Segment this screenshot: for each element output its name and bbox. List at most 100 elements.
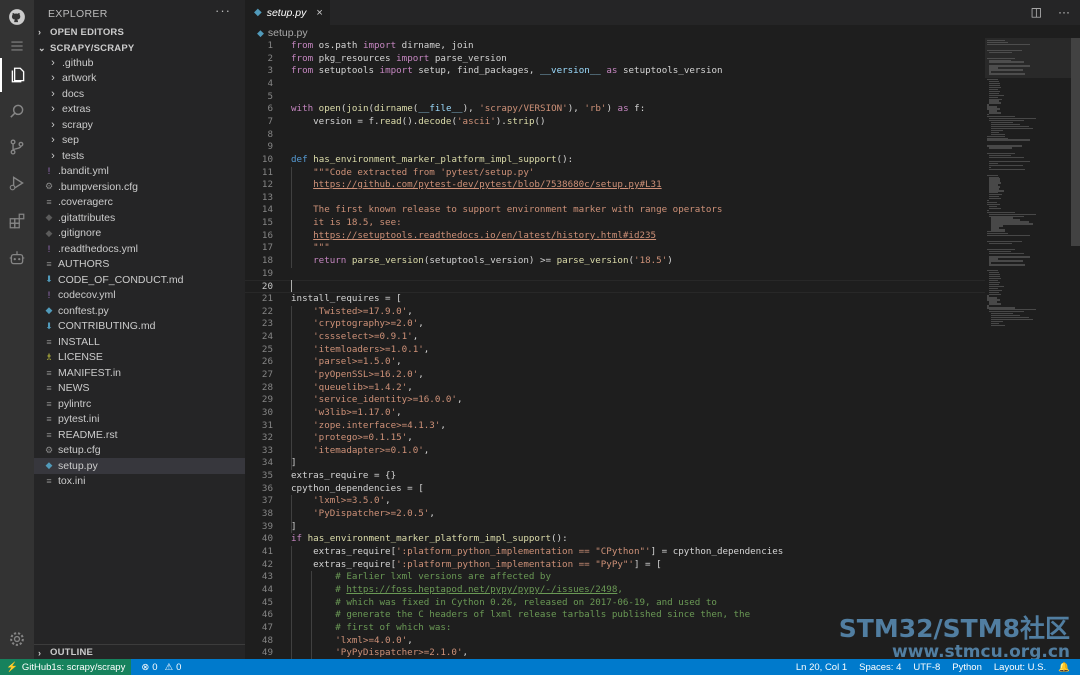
notifications-icon[interactable]: 🔔 — [1058, 662, 1070, 673]
tree-folder[interactable]: › docs — [34, 86, 245, 102]
remote-indicator[interactable]: ⚡ GitHub1s: scrapy/scrapy — [0, 659, 132, 675]
code-line[interactable]: 24 'cssselect>=0.9.1', — [245, 331, 985, 344]
settings-gear-icon[interactable] — [0, 622, 34, 656]
code-line[interactable]: 28 'queuelib>=1.4.2', — [245, 382, 985, 395]
tree-file[interactable]: ≡ INSTALL — [34, 334, 245, 350]
tree-folder[interactable]: › scrapy — [34, 117, 245, 133]
code-line[interactable]: 9 — [245, 141, 985, 154]
code-line[interactable]: 1 from os.path import dirname, join — [245, 40, 985, 53]
code-line[interactable]: 13 — [245, 192, 985, 205]
code-line[interactable]: 25 'itemloaders>=1.0.1', — [245, 344, 985, 357]
code-line[interactable]: 6 with open(join(dirname(__file__), 'scra… — [245, 103, 985, 116]
cursor-position[interactable]: Ln 20, Col 1 — [796, 662, 847, 673]
code-line[interactable]: 44 # https://foss.heptapod.net/pypy/pypy… — [245, 584, 985, 597]
tree-file[interactable]: ≡ pytest.ini — [34, 412, 245, 428]
tree-file[interactable]: ◆ setup.py — [34, 458, 245, 474]
code-line[interactable]: 7 version = f.read().decode('ascii').str… — [245, 116, 985, 129]
tree-file[interactable]: ⚙ setup.cfg — [34, 443, 245, 459]
tree-file[interactable]: ! codecov.yml — [34, 288, 245, 304]
tree-folder[interactable]: › tests — [34, 148, 245, 164]
problems-indicator[interactable]: ⊗ 0 ⚠ 0 — [131, 662, 181, 673]
code-line[interactable]: 11 """Code extracted from 'pytest/setup.… — [245, 167, 985, 180]
code-line[interactable]: 5 — [245, 91, 985, 104]
indentation[interactable]: Spaces: 4 — [859, 662, 901, 673]
outline-section[interactable]: › OUTLINE — [34, 644, 245, 660]
code-line[interactable]: 8 — [245, 129, 985, 142]
search-icon[interactable] — [0, 94, 34, 128]
code-line[interactable]: 33 'itemadapter>=0.1.0', — [245, 445, 985, 458]
code-line[interactable]: 37 'lxml>=3.5.0', — [245, 495, 985, 508]
tree-file[interactable]: ≡ NEWS — [34, 381, 245, 397]
tree-file[interactable]: ⬇ CONTRIBUTING.md — [34, 319, 245, 335]
tree-file[interactable]: ≡ pylintrc — [34, 396, 245, 412]
tree-file[interactable]: ⬇ CODE_OF_CONDUCT.md — [34, 272, 245, 288]
code-line[interactable]: 2 from pkg_resources import parse_version — [245, 53, 985, 66]
code-line[interactable]: 10 def has_environment_marker_platform_im… — [245, 154, 985, 167]
code-line[interactable]: 27 'pyOpenSSL>=16.2.0', — [245, 369, 985, 382]
split-editor-icon[interactable]: ◫ — [1031, 5, 1042, 19]
code-line[interactable]: 36 cpython_dependencies = [ — [245, 483, 985, 496]
tree-file[interactable]: ≡ MANIFEST.in — [34, 365, 245, 381]
code-line[interactable]: 26 'parsel>=1.5.0', — [245, 356, 985, 369]
code-line[interactable]: 23 'cryptography>=2.0', — [245, 318, 985, 331]
editor-scrollbar[interactable] — [1071, 38, 1080, 246]
tree-file[interactable]: ◆ .gitattributes — [34, 210, 245, 226]
code-line[interactable]: 21 install_requires = [ — [245, 293, 985, 306]
tree-file[interactable]: ♗ LICENSE — [34, 350, 245, 366]
tree-file[interactable]: ⚙ .bumpversion.cfg — [34, 179, 245, 195]
tree-file[interactable]: ! .readthedocs.yml — [34, 241, 245, 257]
encoding[interactable]: UTF-8 — [913, 662, 940, 673]
source-control-icon[interactable] — [0, 130, 34, 164]
code-line[interactable]: 22 'Twisted>=17.9.0', — [245, 306, 985, 319]
code-line[interactable]: 18 return parse_version(setuptools_versi… — [245, 255, 985, 268]
close-icon[interactable]: × — [316, 7, 322, 19]
code-line[interactable]: 34] — [245, 457, 985, 470]
code-line[interactable]: 20 — [245, 280, 985, 293]
tree-folder[interactable]: › sep — [34, 133, 245, 149]
code-line[interactable]: 42 extras_require[':platform_python_impl… — [245, 559, 985, 572]
code-line[interactable]: 32 'protego>=0.1.15', — [245, 432, 985, 445]
tab-setup-py[interactable]: ◆ setup.py × — [245, 0, 330, 25]
tree-file[interactable]: ◆ conftest.py — [34, 303, 245, 319]
tree-file[interactable]: ≡ tox.ini — [34, 474, 245, 490]
tree-file[interactable]: ≡ AUTHORS — [34, 257, 245, 273]
tree-folder[interactable]: › .github — [34, 55, 245, 71]
tree-file[interactable]: ≡ README.rst — [34, 427, 245, 443]
code-line[interactable]: 45 # which was fixed in Cython 0.26, rel… — [245, 597, 985, 610]
code-line[interactable]: 40 if has_environment_marker_platform_imp… — [245, 533, 985, 546]
extensions-icon[interactable] — [0, 204, 34, 238]
tree-folder[interactable]: › artwork — [34, 71, 245, 87]
files-icon[interactable] — [0, 58, 34, 92]
code-line[interactable]: 12 https://github.com/pytest-dev/pytest/… — [245, 179, 985, 192]
code-line[interactable]: 43 # Earlier lxml versions are affected … — [245, 571, 985, 584]
tree-folder[interactable]: › extras — [34, 102, 245, 118]
tree-file[interactable]: ◆ .gitignore — [34, 226, 245, 242]
folder-section[interactable]: ⌄ SCRAPY/SCRAPY — [34, 40, 245, 56]
code-line[interactable]: 31 'zope.interface>=4.1.3', — [245, 420, 985, 433]
code-line[interactable]: 30 'w3lib>=1.17.0', — [245, 407, 985, 420]
code-line[interactable]: 16 https://setuptools.readthedocs.io/en/… — [245, 230, 985, 243]
more-actions-icon[interactable]: ··· — [1058, 5, 1070, 19]
code-line[interactable]: 15 it is 18.5, see: — [245, 217, 985, 230]
code-editor[interactable]: 1 from os.path import dirname, join 2 from … — [245, 38, 985, 659]
open-editors-section[interactable]: › OPEN EDITORS — [34, 24, 245, 40]
code-line[interactable]: 35 extras_require = {} — [245, 470, 985, 483]
tree-file[interactable]: ≡ .coveragerc — [34, 195, 245, 211]
code-line[interactable]: 3 from setuptools import setup, find_pack… — [245, 65, 985, 78]
code-line[interactable]: 39] — [245, 521, 985, 534]
tree-file[interactable]: ! .bandit.yml — [34, 164, 245, 180]
code-line[interactable]: 19 — [245, 268, 985, 281]
remote-explorer-icon[interactable] — [0, 241, 34, 275]
code-line[interactable]: 29 'service_identity>=16.0.0', — [245, 394, 985, 407]
code-line[interactable]: 14 The first known release to support en… — [245, 204, 985, 217]
code-line[interactable]: 4 — [245, 78, 985, 91]
code-line[interactable]: 38 'PyDispatcher>=2.0.5', — [245, 508, 985, 521]
code-line[interactable]: 41 extras_require[':platform_python_impl… — [245, 546, 985, 559]
minimap[interactable] — [985, 38, 1071, 659]
more-actions-icon[interactable]: ··· — [215, 3, 231, 18]
code-line[interactable]: 17 """ — [245, 242, 985, 255]
language-mode[interactable]: Python — [952, 662, 982, 673]
keyboard-layout[interactable]: Layout: U.S. — [994, 662, 1046, 673]
run-debug-icon[interactable] — [0, 166, 34, 200]
minimap-line — [989, 61, 1024, 63]
